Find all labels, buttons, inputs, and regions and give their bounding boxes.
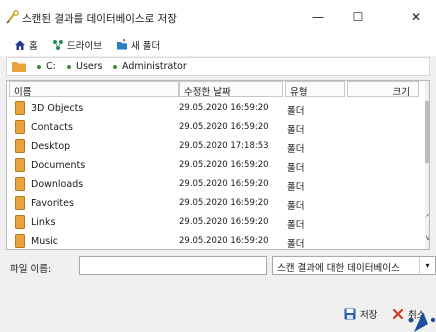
file-type: 폴더 — [287, 125, 305, 136]
file-type: 폴더 — [287, 106, 305, 117]
drives-label: 드라이브 — [67, 41, 102, 52]
save-disk-icon — [344, 308, 356, 320]
list-item[interactable]: 3D Objects 29.05.2020 16:59:20 폴더 — [7, 99, 425, 118]
breadcrumb-label: Users — [76, 61, 103, 72]
cancel-x-icon — [392, 308, 404, 320]
breadcrumb-drive[interactable]: C: — [37, 61, 56, 72]
drives-button[interactable]: 드라이브 — [52, 38, 102, 52]
folder-icon — [15, 139, 25, 153]
new-folder-icon — [117, 39, 127, 50]
file-name: Documents — [31, 160, 86, 171]
file-type: 폴더 — [287, 239, 305, 250]
file-name: Favorites — [31, 198, 74, 209]
breadcrumb-separator-icon — [67, 64, 71, 69]
breadcrumb-separator-icon — [113, 64, 117, 69]
file-list[interactable]: 이름 수정한 날짜 유형 크기 3D Objects 29.05.2020 16… — [6, 80, 430, 250]
folder-icon — [15, 234, 25, 248]
breadcrumb-separator-icon — [37, 64, 41, 69]
list-item[interactable]: Contacts 29.05.2020 16:59:20 폴더 — [7, 118, 425, 137]
file-name-input[interactable] — [79, 256, 267, 275]
list-item[interactable]: Links 29.05.2020 16:59:20 폴더 — [7, 213, 425, 232]
file-date: 29.05.2020 17:18:53 — [179, 141, 269, 151]
file-date: 29.05.2020 16:59:20 — [179, 236, 269, 246]
close-button[interactable]: ✕ — [398, 0, 434, 34]
column-header-name[interactable]: 이름 — [9, 81, 179, 98]
breadcrumb-users[interactable]: Users — [67, 61, 103, 72]
home-icon — [15, 40, 25, 50]
list-item[interactable]: Favorites 29.05.2020 16:59:20 폴더 — [7, 194, 425, 213]
file-name: Downloads — [31, 179, 84, 190]
path-bar[interactable]: C: Users Administrator — [6, 57, 430, 76]
file-type: 폴더 — [287, 201, 305, 212]
scan-tool-icon — [6, 10, 19, 24]
list-item[interactable]: Downloads 29.05.2020 16:59:20 폴더 — [7, 175, 425, 194]
list-item[interactable]: Music 29.05.2020 16:59:20 폴더 — [7, 232, 425, 250]
column-header-date[interactable]: 수정한 날짜 — [179, 81, 283, 98]
file-date: 29.05.2020 16:59:20 — [179, 103, 269, 113]
title-bar: 스캔된 결과를 데이터베이스로 저장 — ☐ ✕ — [0, 0, 436, 34]
column-header-type[interactable]: 유형 — [285, 81, 345, 98]
column-header-size[interactable]: 크기 — [347, 81, 419, 98]
dropdown-arrow-icon[interactable]: ▾ — [419, 257, 435, 274]
breadcrumb-label: C: — [46, 61, 56, 72]
file-name: Links — [31, 217, 56, 228]
file-date: 29.05.2020 16:59:20 — [179, 198, 269, 208]
window-title: 스캔된 결과를 데이터베이스로 저장 — [22, 13, 177, 25]
toolbar: 홈 드라이브 새 폴더 — [0, 34, 436, 56]
breadcrumb-administrator[interactable]: Administrator — [113, 61, 187, 72]
drives-icon — [53, 40, 63, 50]
scroll-down-arrow-icon[interactable]: v — [425, 233, 429, 245]
maximize-button[interactable]: ☐ — [340, 0, 376, 34]
file-name: Desktop — [31, 141, 71, 152]
folder-icon — [12, 62, 26, 72]
folder-icon — [15, 120, 25, 134]
new-folder-button[interactable]: 새 폴더 — [116, 38, 160, 52]
folder-icon — [15, 101, 25, 115]
file-date: 29.05.2020 16:59:20 — [179, 160, 269, 170]
scroll-up-arrow-icon[interactable]: ^ — [425, 213, 429, 225]
breadcrumb-label: Administrator — [122, 61, 187, 72]
file-date: 29.05.2020 16:59:20 — [179, 122, 269, 132]
file-type: 폴더 — [287, 220, 305, 231]
file-type: 폴더 — [287, 163, 305, 174]
mouse-cursor-icon — [408, 312, 436, 332]
folder-icon — [15, 215, 25, 229]
list-item[interactable]: Documents 29.05.2020 16:59:20 폴더 — [7, 156, 425, 175]
file-date: 29.05.2020 16:59:20 — [179, 179, 269, 189]
folder-icon — [15, 196, 25, 210]
scrollbar-thumb[interactable] — [425, 101, 429, 163]
file-name: Contacts — [31, 122, 73, 133]
file-date: 29.05.2020 16:59:20 — [179, 217, 269, 227]
file-name: Music — [31, 236, 59, 247]
list-item[interactable]: Desktop 29.05.2020 17:18:53 폴더 — [7, 137, 425, 156]
save-button[interactable]: 저장 — [344, 306, 377, 322]
file-type-value: 스캔 결과에 대한 데이터베이스 — [277, 263, 400, 274]
file-type: 폴더 — [287, 182, 305, 193]
file-type-select[interactable]: 스캔 결과에 대한 데이터베이스 ▾ — [272, 256, 436, 275]
file-type: 폴더 — [287, 144, 305, 155]
save-label: 저장 — [360, 310, 378, 321]
folder-icon — [15, 158, 25, 172]
new-folder-label: 새 폴더 — [131, 41, 161, 52]
file-name-label: 파일 이름: — [10, 264, 52, 275]
folder-icon — [15, 177, 25, 191]
home-button[interactable]: 홈 — [14, 38, 38, 52]
file-name: 3D Objects — [31, 103, 84, 114]
home-label: 홈 — [29, 41, 38, 52]
minimize-button[interactable]: — — [300, 0, 336, 34]
